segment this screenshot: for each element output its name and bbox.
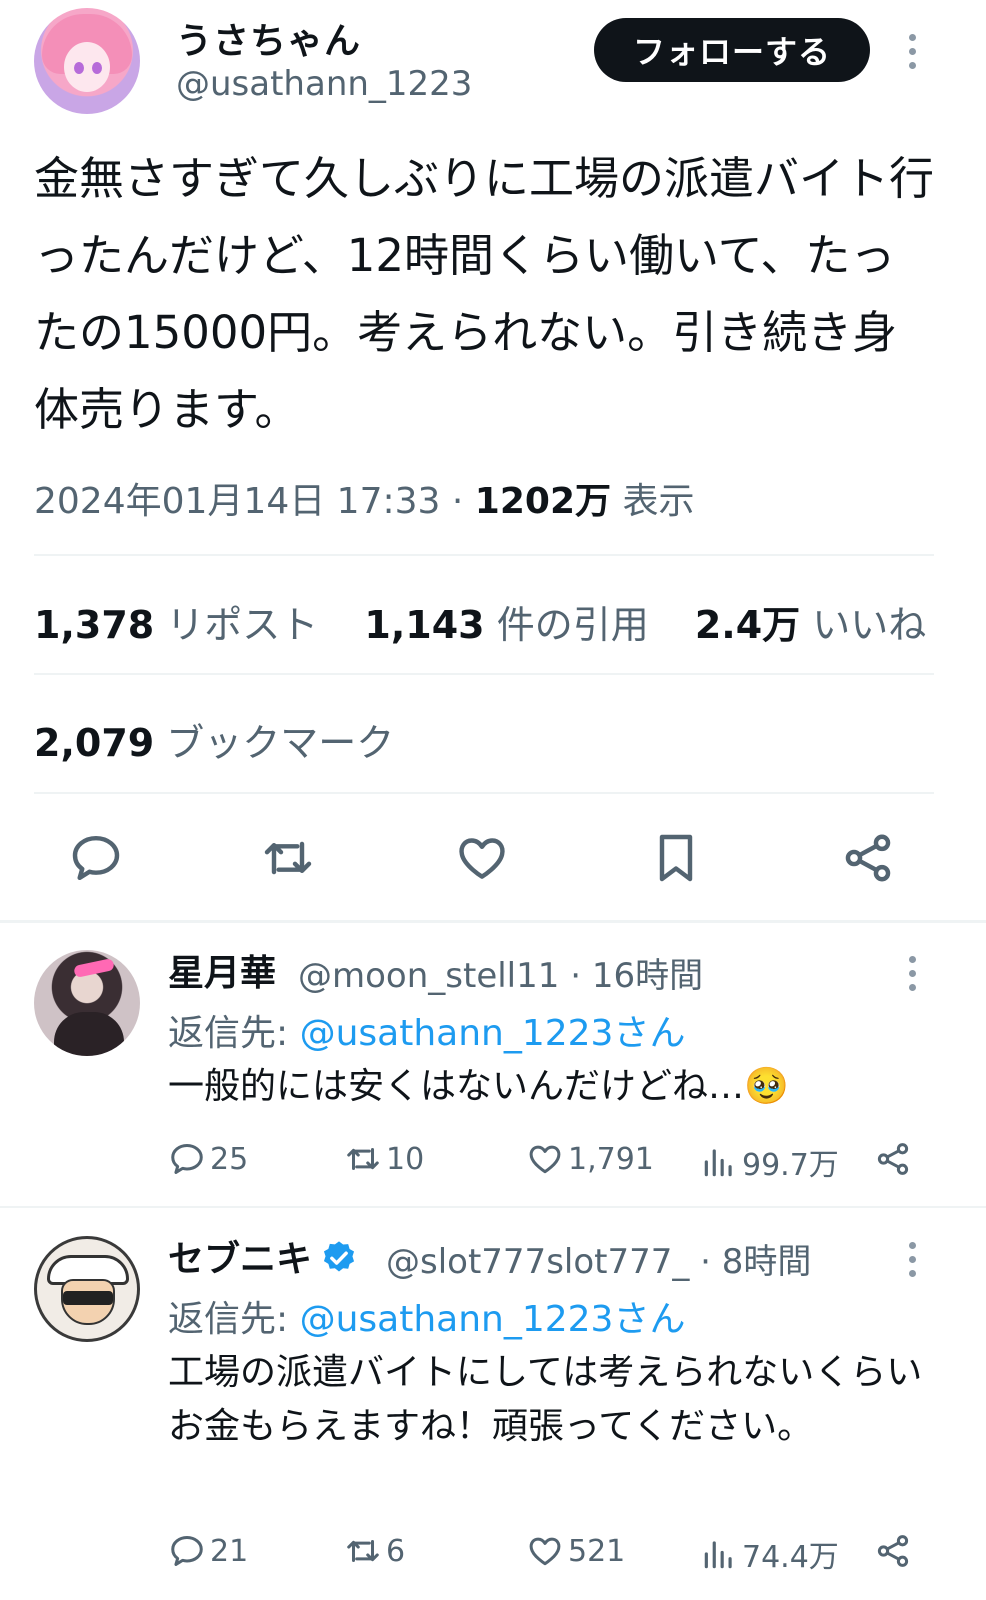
repost-count[interactable]: 6 (344, 1532, 405, 1570)
author-handle[interactable]: @usathann_1223 (176, 64, 472, 104)
like-icon (529, 1145, 561, 1174)
more-options-icon[interactable] (907, 34, 917, 69)
author-avatar[interactable] (34, 8, 140, 114)
reply-handle-time[interactable]: @moon_stell11 · 16時間 (298, 948, 703, 997)
share-icon[interactable] (874, 1140, 916, 1178)
reply-avatar[interactable] (34, 950, 140, 1056)
reply-mention-link[interactable]: @usathann_1223さん (300, 1299, 686, 1340)
reply-icon (171, 1536, 203, 1566)
like-count[interactable]: 1,791 (526, 1140, 654, 1178)
views-count[interactable]: 74.4万 (700, 1532, 839, 1576)
divider (34, 673, 934, 675)
follow-button[interactable]: フォローする (594, 18, 870, 82)
meta-separator: · (451, 481, 464, 522)
repost-icon[interactable] (260, 830, 316, 886)
reply-text: 工場の派遣バイトにしては考えられないくらいお金もらえますね！頑張ってください。 (168, 1352, 923, 1447)
divider (0, 1206, 986, 1208)
repost-icon (347, 1539, 379, 1563)
verified-badge-icon (323, 1241, 355, 1272)
like-count[interactable]: 521 (526, 1532, 625, 1570)
share-icon[interactable] (874, 1532, 916, 1570)
divider (0, 920, 986, 923)
reply-count[interactable]: 21 (168, 1532, 248, 1570)
reposts-stat[interactable]: 1,378 リポスト (34, 603, 318, 647)
reply-icon (171, 1144, 203, 1174)
share-icon[interactable] (840, 830, 896, 886)
reply-text: 一般的には安くはないんだけどね…🥹 (168, 1066, 789, 1107)
more-options-icon[interactable] (907, 1242, 917, 1277)
reply-display-name[interactable]: 星月華 (168, 944, 276, 996)
bookmarks-stat: 2,079 ブックマーク (34, 721, 395, 765)
reply-display-name[interactable]: セブニキ (168, 1230, 358, 1282)
engagement-stats: 1,378 リポスト 1,143 件の引用 2.4万 いいね (34, 594, 960, 649)
tweet-meta: 2024年01月14日 17:33 · 1202万 表示 (34, 472, 694, 524)
more-options-icon[interactable] (907, 956, 917, 991)
like-icon (529, 1537, 561, 1566)
repost-count[interactable]: 10 (344, 1140, 424, 1178)
divider (34, 792, 934, 794)
analytics-icon (704, 1541, 732, 1569)
reply-to-line: 返信先: @usathann_1223さん (168, 1299, 686, 1340)
reply-to-line: 返信先: @usathann_1223さん (168, 1013, 686, 1054)
views-count: 1202万 (474, 481, 611, 522)
views-count[interactable]: 99.7万 (700, 1140, 839, 1184)
tweet-timestamp[interactable]: 2024年01月14日 17:33 (34, 481, 440, 522)
reply-avatar[interactable] (34, 1236, 140, 1342)
reply-mention-link[interactable]: @usathann_1223さん (300, 1013, 686, 1054)
like-icon[interactable] (454, 830, 510, 886)
likes-stat[interactable]: 2.4万 いいね (695, 603, 926, 647)
reply-icon[interactable] (68, 830, 124, 886)
author-display-name[interactable]: うさちゃん (176, 12, 361, 64)
quotes-stat[interactable]: 1,143 件の引用 (364, 603, 648, 647)
reply-count[interactable]: 25 (168, 1140, 248, 1178)
analytics-icon (704, 1149, 732, 1177)
views-label: 表示 (622, 481, 695, 522)
repost-icon (347, 1147, 379, 1171)
bookmark-icon[interactable] (648, 830, 704, 886)
divider (34, 554, 934, 556)
tweet-text: 金無さすぎて久しぶりに工場の派遣バイト行ったんだけど、12時間くらい働いて、たっ… (34, 152, 935, 436)
reply-handle-time[interactable]: @slot777slot777_ · 8時間 (386, 1234, 811, 1283)
